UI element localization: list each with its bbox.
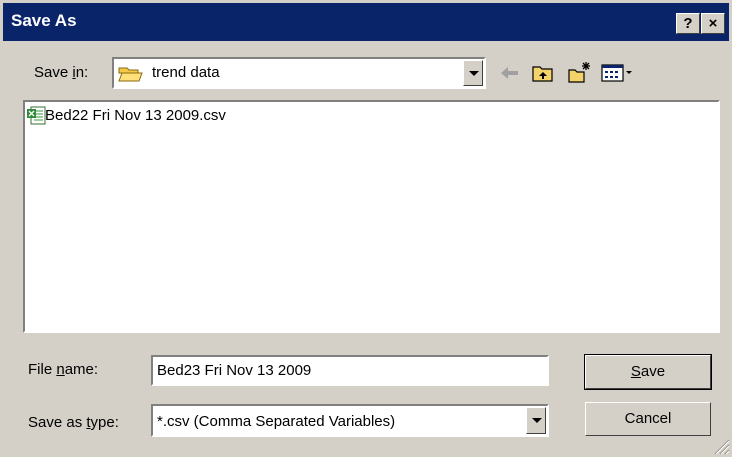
save-as-type-label: Save as type:: [28, 414, 119, 431]
close-button[interactable]: ×: [701, 13, 725, 34]
window-title: Save As: [11, 11, 77, 30]
save-as-type-dropdown-button[interactable]: [526, 407, 546, 434]
save-in-value: trend data: [152, 64, 220, 81]
folder-icon: [118, 67, 143, 82]
new-folder-icon[interactable]: [566, 60, 592, 86]
view-menu-icon[interactable]: [600, 60, 636, 86]
file-name-value: Bed23 Fri Nov 13 2009: [157, 362, 312, 379]
excel-csv-icon: [27, 106, 46, 125]
file-list[interactable]: Bed22 Fri Nov 13 2009.csv: [23, 100, 720, 333]
save-in-combo[interactable]: trend data: [112, 57, 486, 89]
save-in-dropdown-button[interactable]: [463, 60, 483, 86]
file-name-label: File name:: [28, 361, 99, 378]
cancel-button[interactable]: Cancel: [585, 402, 711, 436]
file-name-text: Bed22 Fri Nov 13 2009.csv: [45, 107, 226, 124]
help-button[interactable]: ?: [676, 13, 700, 34]
up-folder-icon[interactable]: [530, 60, 556, 86]
chevron-down-icon: [532, 418, 542, 423]
title-bar[interactable]: Save As ? ×: [3, 3, 729, 41]
save-in-label: Save in:: [34, 64, 89, 81]
resize-grip-icon[interactable]: [712, 437, 730, 455]
save-as-type-value: *.csv (Comma Separated Variables): [157, 413, 396, 430]
back-arrow-icon[interactable]: [497, 60, 523, 86]
file-name-input[interactable]: Bed23 Fri Nov 13 2009: [151, 355, 549, 386]
chevron-down-icon: [469, 71, 479, 76]
save-button[interactable]: Save: [584, 354, 712, 390]
save-as-type-combo[interactable]: *.csv (Comma Separated Variables): [151, 404, 549, 437]
save-as-dialog: Save As ? × Save in: trend data Bed22 Fr…: [0, 0, 732, 457]
